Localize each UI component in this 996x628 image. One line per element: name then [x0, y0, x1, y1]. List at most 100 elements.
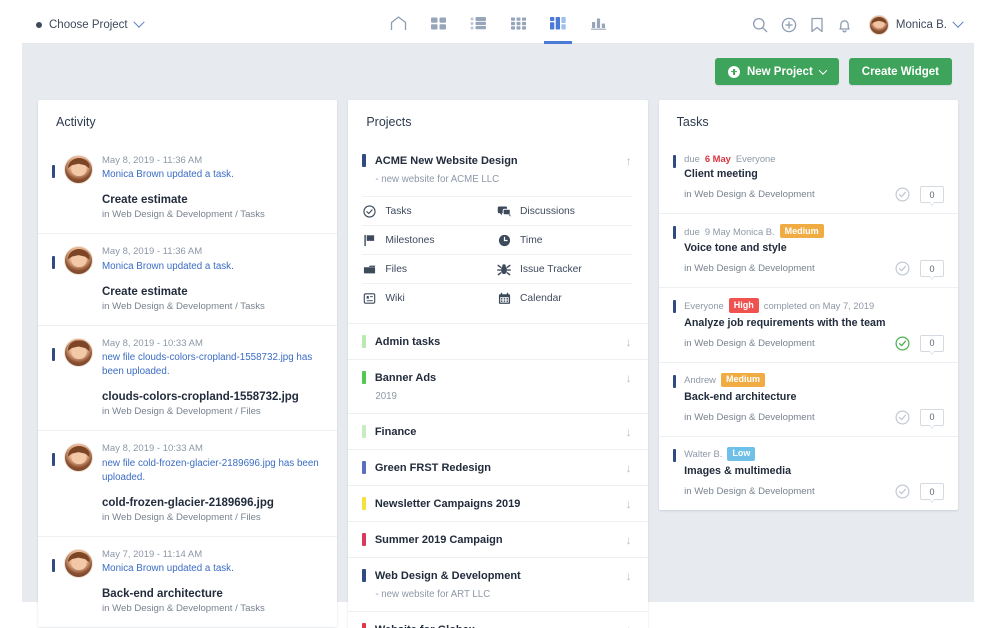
task-item[interactable]: due6 MayEveryone Client meeting in Web D…: [659, 143, 958, 213]
project-menu-item-files[interactable]: Files: [362, 254, 497, 283]
bookmark-icon[interactable]: [810, 17, 824, 33]
project-item: Web Design & Development ↓ - new website…: [348, 557, 647, 611]
project-menu-item-label: Files: [385, 264, 407, 275]
activity-description-link[interactable]: Monica Brown updated a task.: [102, 562, 321, 576]
avatar: [869, 15, 889, 35]
activity-description-link[interactable]: Monica Brown updated a task.: [102, 260, 321, 274]
task-priority-badge: Medium: [721, 373, 765, 387]
project-header[interactable]: Admin tasks ↓: [362, 335, 631, 348]
project-menu-item-wiki[interactable]: Wiki: [362, 283, 497, 312]
project-item: Newsletter Campaigns 2019 ↓: [348, 485, 647, 521]
expand-arrow-icon[interactable]: ↓: [626, 372, 632, 384]
project-item: Admin tasks ↓: [348, 323, 647, 359]
expand-arrow-icon[interactable]: ↓: [626, 498, 632, 510]
project-header[interactable]: Summer 2019 Campaign ↓: [362, 533, 631, 546]
activity-item[interactable]: May 8, 2019 - 11:36 AM Monica Brown upda…: [38, 233, 337, 324]
task-comment-count[interactable]: 0: [920, 409, 944, 426]
task-priority-badge: Low: [727, 447, 755, 461]
collapse-arrow-icon[interactable]: ↑: [626, 155, 632, 167]
create-widget-button[interactable]: Create Widget: [849, 58, 952, 85]
project-menu-item-time[interactable]: Time: [497, 225, 632, 254]
nav-grid-3x3-icon[interactable]: [505, 8, 531, 44]
nav-dashboard-widgets-icon[interactable]: [545, 8, 571, 44]
project-header[interactable]: Newsletter Campaigns 2019 ↓: [362, 497, 631, 510]
choose-project-label: Choose Project: [49, 19, 128, 31]
activity-timestamp: May 8, 2019 - 11:36 AM: [102, 153, 321, 168]
task-complete-check-icon[interactable]: [895, 187, 910, 202]
task-item[interactable]: due9 May Monica B.Medium Voice tone and …: [659, 213, 958, 287]
project-name[interactable]: Website for Globex: [375, 624, 617, 628]
task-item[interactable]: Walter B.Low Images & multimedia in Web …: [659, 436, 958, 510]
project-menu-item-calendar[interactable]: Calendar: [497, 283, 632, 312]
project-name[interactable]: Green FRST Redesign: [375, 462, 617, 474]
search-icon[interactable]: [752, 17, 768, 33]
expand-arrow-icon[interactable]: ↓: [626, 426, 632, 438]
task-comment-count[interactable]: 0: [920, 335, 944, 352]
project-name[interactable]: Web Design & Development: [375, 570, 617, 582]
plus-icon: [728, 66, 740, 78]
task-content: EveryoneHighcompleted on May 7, 2019 Ana…: [684, 298, 944, 351]
project-name[interactable]: Banner Ads: [375, 372, 617, 384]
avatar: [64, 549, 93, 578]
project-name[interactable]: Admin tasks: [375, 336, 617, 348]
activity-item[interactable]: May 7, 2019 - 11:14 AM Monica Brown upda…: [38, 536, 337, 627]
task-comment-count[interactable]: 0: [920, 260, 944, 277]
task-item[interactable]: EveryoneHighcompleted on May 7, 2019 Ana…: [659, 287, 958, 361]
project-name[interactable]: Finance: [375, 426, 617, 438]
task-complete-check-icon[interactable]: [895, 261, 910, 276]
project-menu-item-discussions[interactable]: Discussions: [497, 196, 632, 225]
project-menu-item-issue-tracker[interactable]: Issue Tracker: [497, 254, 632, 283]
project-color-bar: [362, 533, 366, 546]
nav-grid-2x2-icon[interactable]: [425, 8, 451, 44]
nav-list-detail-icon[interactable]: [465, 8, 491, 44]
project-header[interactable]: Banner Ads ↓: [362, 371, 631, 384]
task-assignee: Everyone: [736, 153, 776, 164]
project-menu-item-tasks[interactable]: Tasks: [362, 196, 497, 225]
project-header[interactable]: Green FRST Redesign ↓: [362, 461, 631, 474]
project-header[interactable]: Web Design & Development ↓: [362, 569, 631, 582]
task-complete-check-icon[interactable]: [895, 410, 910, 425]
task-complete-check-icon[interactable]: [895, 336, 910, 351]
project-header[interactable]: Finance ↓: [362, 425, 631, 438]
task-due-prefix: due: [684, 153, 700, 164]
activity-description-link[interactable]: new file clouds-colors-cropland-1558732.…: [102, 351, 321, 379]
task-assignee: Everyone: [684, 300, 724, 311]
user-menu[interactable]: Monica B.: [869, 15, 962, 35]
nav-bar-chart-icon[interactable]: [585, 8, 611, 44]
expand-arrow-icon[interactable]: ↓: [626, 624, 632, 628]
new-project-button[interactable]: New Project: [715, 58, 839, 85]
project-header[interactable]: ACME New Website Design ↑: [362, 154, 631, 167]
expand-arrow-icon[interactable]: ↓: [626, 534, 632, 546]
expand-arrow-icon[interactable]: ↓: [626, 462, 632, 474]
project-name[interactable]: ACME New Website Design: [375, 155, 617, 167]
task-complete-check-icon[interactable]: [895, 484, 910, 499]
project-name[interactable]: Summer 2019 Campaign: [375, 534, 617, 546]
project-color-bar: [362, 623, 366, 628]
activity-description-link[interactable]: Monica Brown updated a task.: [102, 168, 321, 182]
activity-item[interactable]: May 8, 2019 - 10:33 AM new file clouds-c…: [38, 325, 337, 431]
bell-icon[interactable]: [837, 17, 852, 33]
task-accent-bar: [673, 155, 677, 168]
task-item[interactable]: AndrewMedium Back-end architecture in We…: [659, 362, 958, 436]
choose-project-dropdown[interactable]: Choose Project: [36, 19, 143, 31]
expand-arrow-icon[interactable]: ↓: [626, 570, 632, 582]
project-header[interactable]: Website for Globex ↓: [362, 623, 631, 628]
activity-item[interactable]: May 8, 2019 - 11:36 AM Monica Brown upda…: [38, 143, 337, 233]
activity-subject: Create estimate: [102, 194, 321, 206]
project-name[interactable]: Newsletter Campaigns 2019: [375, 498, 617, 510]
activity-context: in Web Design & Development / Tasks: [102, 209, 321, 220]
task-meta: EveryoneHighcompleted on May 7, 2019: [684, 298, 944, 312]
task-comment-count[interactable]: 0: [920, 483, 944, 500]
activity-content: May 8, 2019 - 10:33 AM new file clouds-c…: [102, 336, 321, 418]
activity-content: May 7, 2019 - 11:14 AM Monica Brown upda…: [102, 547, 321, 614]
avatar: [64, 246, 93, 275]
project-color-bar: [362, 425, 366, 438]
activity-item[interactable]: May 8, 2019 - 10:33 AM new file cold-fro…: [38, 430, 337, 536]
task-comment-count[interactable]: 0: [920, 186, 944, 203]
task-footer: in Web Design & Development 0: [684, 409, 944, 426]
expand-arrow-icon[interactable]: ↓: [626, 336, 632, 348]
nav-home-icon[interactable]: [385, 8, 411, 44]
activity-description-link[interactable]: new file cold-frozen-glacier-2189696.jpg…: [102, 457, 321, 485]
project-menu-item-milestones[interactable]: Milestones: [362, 225, 497, 254]
plus-circle-icon[interactable]: [781, 17, 797, 33]
